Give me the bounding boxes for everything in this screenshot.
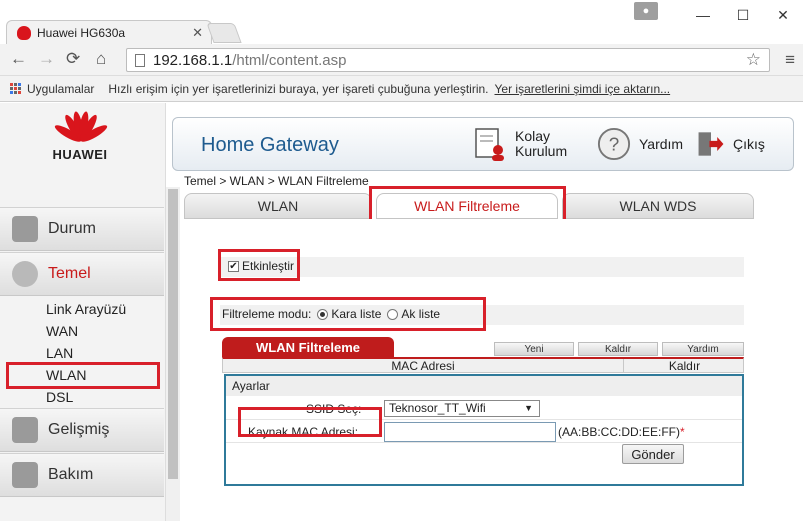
svg-text:?: ?	[609, 135, 620, 156]
user-profile-icon[interactable]: ●	[634, 2, 658, 20]
help-small-button-label: Yardım	[687, 343, 719, 355]
breadcrumb: Temel > WLAN > WLAN Filtreleme	[184, 174, 369, 188]
status-info-icon	[12, 216, 38, 242]
logout-label: Çıkış	[733, 136, 765, 152]
browser-tab[interactable]: Huawei HG630a ✕	[6, 20, 212, 44]
sidebar-item-link-interface[interactable]: Link Arayüzü	[46, 301, 126, 317]
import-bookmarks-link[interactable]: Yer işaretlerini şimdi içe aktarın...	[495, 82, 671, 96]
sidebar-item-wan[interactable]: WAN	[46, 323, 78, 339]
sidebar-item-lan[interactable]: LAN	[46, 345, 73, 361]
bookmarks-bar: Uygulamalar Hızlı erişim için yer işaret…	[0, 76, 803, 102]
bookmarks-hint: Hızlı erişim için yer işaretlerinizi bur…	[108, 81, 489, 96]
mac-table-header: MAC Adresi Kaldır	[222, 357, 744, 373]
question-icon: ?	[597, 127, 631, 161]
col-mac-address: MAC Adresi	[391, 359, 455, 373]
mac-format-text: (AA:BB:CC:DD:EE:FF)	[558, 425, 681, 439]
left-navigation: HUAWEI Durum Temel Link Arayüzü WAN LAN …	[0, 103, 166, 521]
remove-button[interactable]: Kaldır	[578, 342, 658, 356]
highlight-enable	[218, 249, 300, 281]
exit-door-icon	[698, 132, 724, 156]
home-icon[interactable]: ⌂	[96, 49, 106, 69]
url-host: 192.168.1.1	[153, 51, 233, 69]
wrench-icon	[12, 462, 38, 488]
nav-bakim[interactable]: Bakım	[0, 453, 164, 497]
highlight-filter-mode	[210, 297, 486, 331]
advanced-tools-icon	[12, 417, 38, 443]
router-page: HUAWEI Durum Temel Link Arayüzü WAN LAN …	[0, 103, 803, 521]
new-tab-button[interactable]	[206, 23, 242, 43]
scrollbar-thumb[interactable]	[168, 189, 178, 479]
menu-icon[interactable]: ≡	[785, 50, 795, 70]
help-label: Yardım	[639, 136, 684, 152]
back-arrow-icon[interactable]: ←	[10, 49, 27, 69]
nav-durum[interactable]: Durum	[0, 207, 164, 251]
close-tab-icon[interactable]: ✕	[192, 25, 203, 41]
new-button[interactable]: Yeni	[494, 342, 574, 356]
nav-bakim-label: Bakım	[48, 466, 94, 483]
nav-durum-label: Durum	[48, 220, 97, 237]
mac-address-input[interactable]	[384, 422, 556, 442]
settings-title: Ayarlar	[226, 376, 742, 396]
nav-gelismis-label: Gelişmiş	[48, 421, 110, 438]
chevron-down-icon: ▼	[524, 403, 533, 413]
reload-icon[interactable]: ⟳	[66, 49, 80, 69]
tab-wlan[interactable]: WLAN	[184, 193, 372, 219]
wlan-filter-panel-title: WLAN Filtreleme	[222, 337, 394, 357]
sidebar-item-dsl[interactable]: DSL	[46, 389, 73, 405]
page-scrollbar[interactable]	[166, 187, 180, 521]
huawei-favicon-icon	[17, 25, 31, 40]
nav-gelismis[interactable]: Gelişmiş	[0, 408, 164, 452]
forward-arrow-icon[interactable]: →	[38, 49, 55, 69]
remove-button-label: Kaldır	[604, 343, 632, 355]
quick-setup-line1: Kolay	[515, 128, 551, 144]
nav-temel[interactable]: Temel	[0, 252, 164, 296]
page-title: Home Gateway	[201, 134, 339, 156]
filter-content: ✔ Etkinleştir Filtreleme modu: Kara list…	[184, 219, 754, 521]
tab-wlan-wds[interactable]: WLAN WDS	[562, 193, 754, 219]
address-bar[interactable]: 192.168.1.1/html/content.asp ☆	[126, 48, 770, 72]
quick-setup-button[interactable]: Kolay Kurulum	[473, 126, 567, 162]
gear-icon	[12, 261, 38, 287]
maximize-icon[interactable]: ☐	[723, 0, 763, 30]
logo-text: HUAWEI	[52, 147, 108, 162]
highlight-mac-label	[238, 407, 382, 437]
apps-grid-icon[interactable]	[10, 83, 21, 94]
apps-link[interactable]: Uygulamalar	[27, 82, 94, 96]
required-mark: *	[680, 425, 685, 439]
tab-wlan-label: WLAN	[257, 198, 299, 214]
ssid-select[interactable]: Teknosor_TT_Wifi ▼	[384, 400, 540, 417]
tab-wlan-wds-label: WLAN WDS	[619, 198, 697, 214]
browser-toolbar: ← → ⟳ ⌂ 192.168.1.1/html/content.asp ☆ ≡	[0, 44, 803, 76]
tab-title: Huawei HG630a	[37, 25, 126, 40]
help-button[interactable]: ? Yardım	[597, 126, 683, 162]
close-window-icon[interactable]: ✕	[763, 0, 803, 30]
col-remove: Kaldır	[623, 359, 745, 373]
submit-label: Gönder	[631, 446, 675, 462]
mac-format-hint: (AA:BB:CC:DD:EE:FF)*	[558, 425, 685, 439]
browser-titlebar: Huawei HG630a ✕ ● — ☐ ✕	[0, 0, 803, 44]
quick-setup-line2: Kurulum	[515, 143, 568, 159]
ssid-value: Teknosor_TT_Wifi	[389, 401, 486, 415]
huawei-petals-icon	[53, 109, 109, 145]
nav-temel-label: Temel	[48, 265, 91, 282]
submit-button[interactable]: Gönder	[622, 444, 684, 464]
minimize-icon[interactable]: —	[683, 0, 723, 30]
highlight-wlan-menu	[6, 362, 160, 389]
page-icon	[135, 53, 145, 67]
huawei-logo: HUAWEI	[40, 109, 120, 169]
clipboard-user-icon	[475, 128, 504, 161]
logout-button[interactable]: Çıkış	[697, 126, 765, 162]
new-button-label: Yeni	[524, 343, 544, 355]
help-small-button[interactable]: Yardım	[662, 342, 744, 356]
url-path: /html/content.asp	[232, 51, 347, 69]
gateway-header: Home Gateway Kolay Kurulum ? Yardım Çıkış	[172, 117, 794, 171]
bookmark-star-icon[interactable]: ☆	[746, 50, 761, 70]
